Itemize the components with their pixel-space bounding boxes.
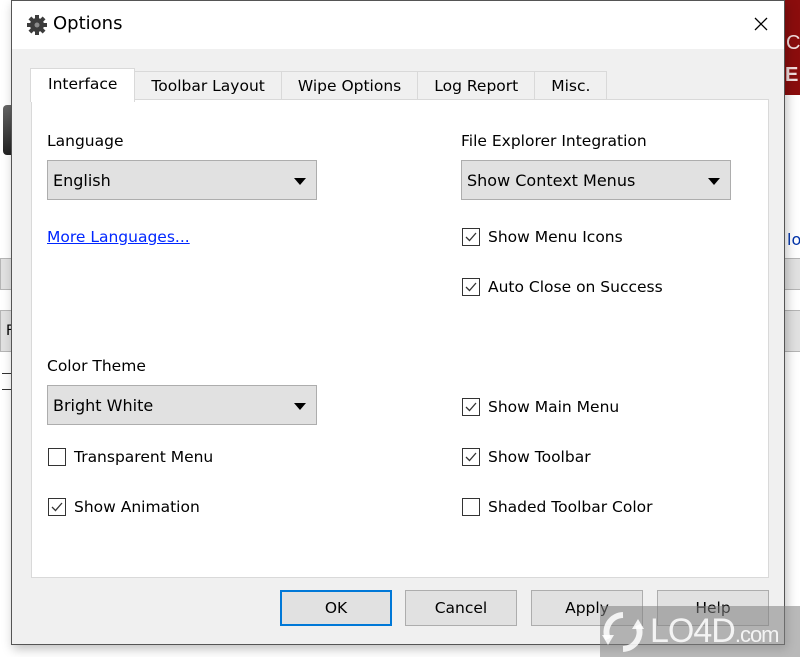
language-dropdown[interactable]: English xyxy=(47,160,317,200)
show-menu-icons-checkbox[interactable]: Show Menu Icons xyxy=(462,228,623,246)
background-button-right xyxy=(784,310,800,352)
chevron-down-icon xyxy=(294,403,306,410)
close-button[interactable] xyxy=(738,1,784,47)
background-banner-letter: E xyxy=(785,64,799,86)
checkbox-label: Show Menu Icons xyxy=(488,228,623,246)
language-value: English xyxy=(53,171,111,190)
checkmark-icon xyxy=(465,402,477,412)
tab-misc[interactable]: Misc. xyxy=(534,71,608,100)
background-toolbar-right xyxy=(784,258,800,290)
ok-button[interactable]: OK xyxy=(280,590,392,626)
title-bar: Options xyxy=(12,1,784,49)
options-dialog: Options Interface Toolbar Layout Wipe Op… xyxy=(11,0,785,645)
tab-toolbar-layout[interactable]: Toolbar Layout xyxy=(134,71,282,100)
checkbox-label: Transparent Menu xyxy=(74,448,214,466)
auto-close-on-success-checkbox[interactable]: Auto Close on Success xyxy=(462,278,663,296)
checkmark-icon xyxy=(465,282,477,292)
color-theme-value: Bright White xyxy=(53,396,154,415)
checkmark-icon xyxy=(465,232,477,242)
color-theme-label: Color Theme xyxy=(47,357,146,375)
checkbox-box xyxy=(462,498,480,516)
file-explorer-label: File Explorer Integration xyxy=(461,132,647,150)
watermark-suffix: .com xyxy=(734,622,780,647)
dialog-title: Options xyxy=(53,13,123,34)
more-languages-link[interactable]: More Languages... xyxy=(47,228,190,246)
cancel-button[interactable]: Cancel xyxy=(405,590,517,626)
gear-icon xyxy=(26,14,48,36)
lo4d-logo-icon xyxy=(602,611,644,652)
checkbox-label: Auto Close on Success xyxy=(488,278,663,296)
checkbox-box xyxy=(462,398,480,416)
tab-wipe-options[interactable]: Wipe Options xyxy=(280,71,419,100)
background-window-shape xyxy=(3,105,11,155)
checkbox-box xyxy=(48,448,66,466)
checkbox-label: Show Animation xyxy=(74,498,200,516)
checkbox-label: Shaded Toolbar Color xyxy=(488,498,653,516)
checkmark-icon xyxy=(465,452,477,462)
interface-panel: Language English More Languages... File … xyxy=(31,99,769,578)
checkbox-label: Show Main Menu xyxy=(488,398,620,416)
tab-strip: Interface Toolbar Layout Wipe Options Lo… xyxy=(30,68,608,102)
background-window-banner: C E xyxy=(784,0,800,95)
watermark-brand: LO4D xyxy=(650,612,736,650)
show-animation-checkbox[interactable]: Show Animation xyxy=(48,498,200,516)
file-explorer-dropdown[interactable]: Show Context Menus xyxy=(461,160,731,200)
background-link: lo xyxy=(787,230,800,249)
watermark-text: LO4D.com xyxy=(650,612,780,651)
close-icon xyxy=(754,17,768,31)
tab-interface[interactable]: Interface xyxy=(30,68,136,102)
file-explorer-value: Show Context Menus xyxy=(467,171,636,190)
chevron-down-icon xyxy=(294,178,306,185)
checkbox-label: Show Toolbar xyxy=(488,448,591,466)
color-theme-dropdown[interactable]: Bright White xyxy=(47,385,317,425)
checkbox-box xyxy=(462,278,480,296)
chevron-down-icon xyxy=(708,178,720,185)
checkmark-icon xyxy=(51,502,63,512)
shaded-toolbar-color-checkbox[interactable]: Shaded Toolbar Color xyxy=(462,498,653,516)
tab-log-report[interactable]: Log Report xyxy=(417,71,536,100)
show-main-menu-checkbox[interactable]: Show Main Menu xyxy=(462,398,619,416)
lo4d-watermark: LO4D.com xyxy=(600,606,800,657)
show-toolbar-checkbox[interactable]: Show Toolbar xyxy=(462,448,591,466)
checkbox-box xyxy=(462,448,480,466)
checkbox-box xyxy=(462,228,480,246)
language-label: Language xyxy=(47,132,124,150)
background-banner-letter: C xyxy=(786,32,800,54)
checkbox-box xyxy=(48,498,66,516)
transparent-menu-checkbox[interactable]: Transparent Menu xyxy=(48,448,213,466)
